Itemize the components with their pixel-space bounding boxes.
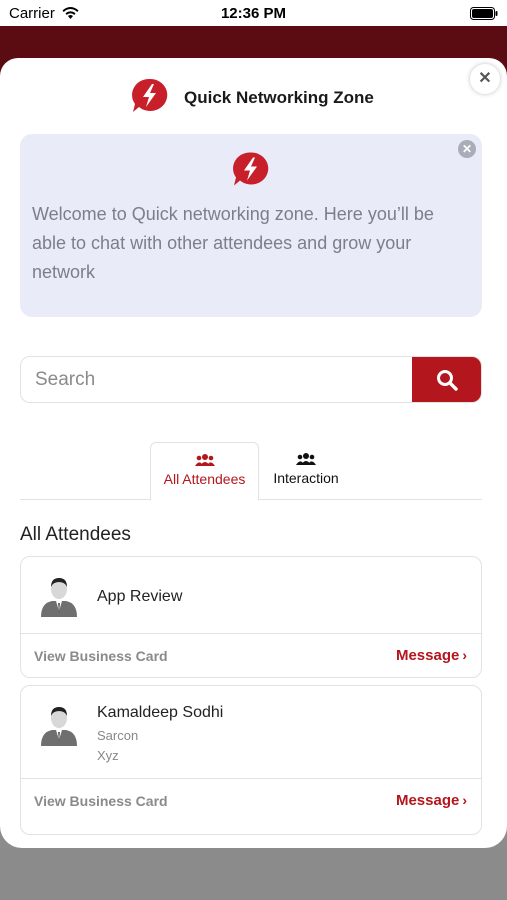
card-footer: View Business Card Message › — [21, 633, 481, 677]
welcome-text: Welcome to Quick networking zone. Here y… — [32, 204, 434, 282]
attendee-card: Kamaldeep Sodhi Sarcon Xyz View Business… — [20, 685, 482, 835]
tab-label: Interaction — [273, 470, 339, 486]
avatar — [41, 578, 77, 617]
search-input[interactable] — [21, 357, 414, 402]
tab-all-attendees[interactable]: All Attendees — [150, 442, 259, 501]
attendee-designation: Xyz — [97, 748, 119, 763]
tab-label: All Attendees — [163, 471, 246, 487]
welcome-close-button[interactable]: ✕ — [458, 140, 476, 158]
message-label: Message — [395, 792, 460, 809]
message-button[interactable]: Message › — [396, 647, 467, 664]
avatar — [41, 707, 77, 746]
message-label: Message — [395, 647, 460, 664]
message-button[interactable]: Message › — [396, 792, 467, 809]
lightning-chat-icon — [233, 152, 269, 186]
lightning-chat-icon — [132, 78, 168, 112]
attendee-card: App Review View Business Card Message › — [20, 556, 482, 678]
battery-icon — [470, 7, 498, 20]
search-bar — [20, 356, 482, 403]
status-bar: Carrier 12:36 PM — [0, 0, 507, 26]
search-button[interactable] — [412, 357, 481, 402]
backdrop-overlay[interactable] — [0, 848, 507, 900]
modal-title: Quick Networking Zone — [184, 88, 374, 107]
search-icon — [437, 370, 458, 391]
chevron-right-icon: › — [462, 647, 467, 663]
attendee-tabs: All Attendees Interaction — [20, 442, 482, 501]
card-footer: View Business Card Message › — [21, 778, 481, 823]
users-icon — [194, 454, 215, 466]
welcome-banner: ✕ Welcome to Quick networking zone. Here… — [20, 134, 482, 317]
attendee-company: Sarcon — [97, 728, 139, 743]
tab-interaction[interactable]: Interaction — [259, 442, 353, 500]
attendee-name: Kamaldeep Sodhi — [97, 704, 224, 721]
view-business-card-link[interactable]: View Business Card — [34, 648, 168, 664]
networking-modal: ✕ Quick Networking Zone ✕ Welcome to Qui… — [0, 58, 507, 848]
view-business-card-link[interactable]: View Business Card — [34, 793, 168, 809]
attendee-name: App Review — [97, 588, 183, 605]
users-icon — [296, 453, 316, 465]
status-time: 12:36 PM — [220, 5, 287, 22]
chevron-right-icon: › — [462, 792, 467, 808]
section-title: All Attendees — [20, 524, 131, 545]
modal-header: Quick Networking Zone — [0, 78, 507, 118]
